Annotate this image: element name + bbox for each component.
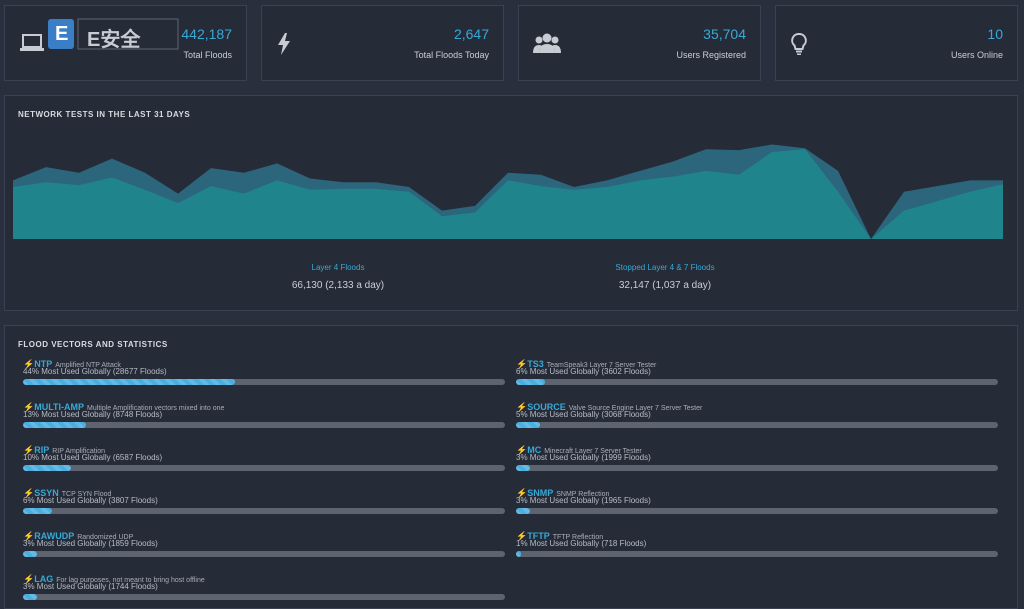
legend-value-stopped: 32,147 (1,037 a day) — [618, 280, 712, 291]
vector-progress-track — [23, 422, 505, 428]
users-icon — [533, 32, 561, 60]
stat-card-users-registered: 35,704 Users Registered — [518, 5, 761, 81]
vector-stat: 3% Most Used Globally (1965 Floods) — [516, 496, 651, 505]
vector-progress-fill — [23, 379, 236, 385]
vector-stat: 3% Most Used Globally (1999 Floods) — [516, 453, 651, 462]
vector-stat: 3% Most Used Globally (1859 Floods) — [23, 539, 158, 548]
stat-card-floods-today: 2,647 Total Floods Today — [261, 5, 504, 81]
lightbulb-icon — [790, 32, 818, 60]
vector-row-ts3: ⚡TS3 TeamSpeak3 Layer 7 Server Tester 6% M… — [516, 354, 998, 397]
stat-value: 442,187 — [181, 26, 232, 42]
vector-stat: 6% Most Used Globally (3602 Floods) — [516, 367, 651, 376]
vector-row-source: ⚡SOURCE Valve Source Engine Layer 7 Serve… — [516, 397, 998, 440]
legend-label-layer4: Layer 4 Floods — [311, 263, 365, 272]
logo-badge: E — [55, 23, 69, 45]
vector-progress-track — [23, 594, 505, 600]
laptop-icon — [19, 32, 47, 60]
stat-value: 10 — [987, 26, 1003, 42]
vector-stat: 6% Most Used Globally (3807 Floods) — [23, 496, 158, 505]
vector-row-multi-amp: ⚡MULTI-AMP Multiple Amplification vectors… — [23, 397, 505, 440]
legend-label-stopped: Stopped Layer 4 & 7 Floods — [615, 263, 715, 272]
vector-progress-track — [516, 508, 998, 514]
vector-progress-fill — [23, 422, 86, 428]
vector-progress-fill — [516, 465, 531, 471]
legend-value-layer4: 66,130 (2,133 a day) — [291, 280, 385, 291]
vector-row-ntp: ⚡NTP Amplified NTP Attack 44% Most Used Gl… — [23, 354, 505, 397]
vector-stat: 5% Most Used Globally (3068 Floods) — [516, 410, 651, 419]
vector-stat: 10% Most Used Globally (6587 Floods) — [23, 453, 163, 462]
vector-progress-fill — [23, 508, 52, 514]
stat-card-users-online: 10 Users Online — [775, 5, 1018, 81]
vector-progress-fill — [516, 551, 521, 557]
vector-progress-fill — [23, 551, 38, 557]
vector-progress-track — [516, 422, 998, 428]
vector-row-tftp: ⚡TFTP TFTP Reflection 1% Most Used Globall… — [516, 526, 998, 569]
site-logo: E E安全 — [45, 15, 180, 57]
network-tests-title: NETWORK TESTS IN THE LAST 31 DAYS — [18, 110, 191, 119]
vector-progress-track — [516, 465, 998, 471]
stat-label: Total Floods Today — [414, 50, 489, 60]
vector-row-rip: ⚡RIP RIP Amplification 10% Most Used Globa… — [23, 440, 505, 483]
flood-vectors-title: FLOOD VECTORS AND STATISTICS — [18, 340, 168, 349]
logo-text: E安全 — [87, 29, 141, 51]
vector-progress-track — [23, 551, 505, 557]
vector-stat: 44% Most Used Globally (28677 Floods) — [23, 367, 167, 376]
vector-progress-track — [23, 465, 505, 471]
vector-stat: 1% Most Used Globally (718 Floods) — [516, 539, 647, 548]
network-tests-chart — [13, 144, 1003, 239]
vector-progress-track — [23, 508, 505, 514]
vector-progress-track — [516, 379, 998, 385]
vector-progress-fill — [516, 422, 541, 428]
vector-row-ssyn: ⚡SSYN TCP SYN Flood 6% Most Used Globally … — [23, 483, 505, 526]
stat-label: Users Online — [950, 50, 1003, 60]
vector-progress-fill — [23, 594, 38, 600]
stat-label: Users Registered — [676, 50, 746, 60]
vector-progress-fill — [516, 379, 545, 385]
stat-label: Total Floods — [183, 50, 232, 60]
vector-row-mc: ⚡MC Minecraft Layer 7 Server Tester 3% Mos… — [516, 440, 998, 483]
vector-progress-track — [23, 379, 505, 385]
vector-progress-track — [516, 551, 998, 557]
vector-stat: 13% Most Used Globally (8748 Floods) — [23, 410, 163, 419]
bolt-icon — [276, 32, 304, 60]
vector-row-rawudp: ⚡RAWUDP Randomized UDP 3% Most Used Global… — [23, 526, 505, 569]
vector-stat: 3% Most Used Globally (1744 Floods) — [23, 582, 158, 591]
vector-progress-fill — [516, 508, 531, 514]
vector-row-lag: ⚡LAG For lag purposes, not meant to bring… — [23, 569, 505, 609]
stat-value: 35,704 — [703, 26, 746, 42]
vector-progress-fill — [23, 465, 72, 471]
vector-row-snmp: ⚡SNMP SNMP Reflection 3% Most Used Globall… — [516, 483, 998, 526]
stat-value: 2,647 — [453, 26, 489, 42]
